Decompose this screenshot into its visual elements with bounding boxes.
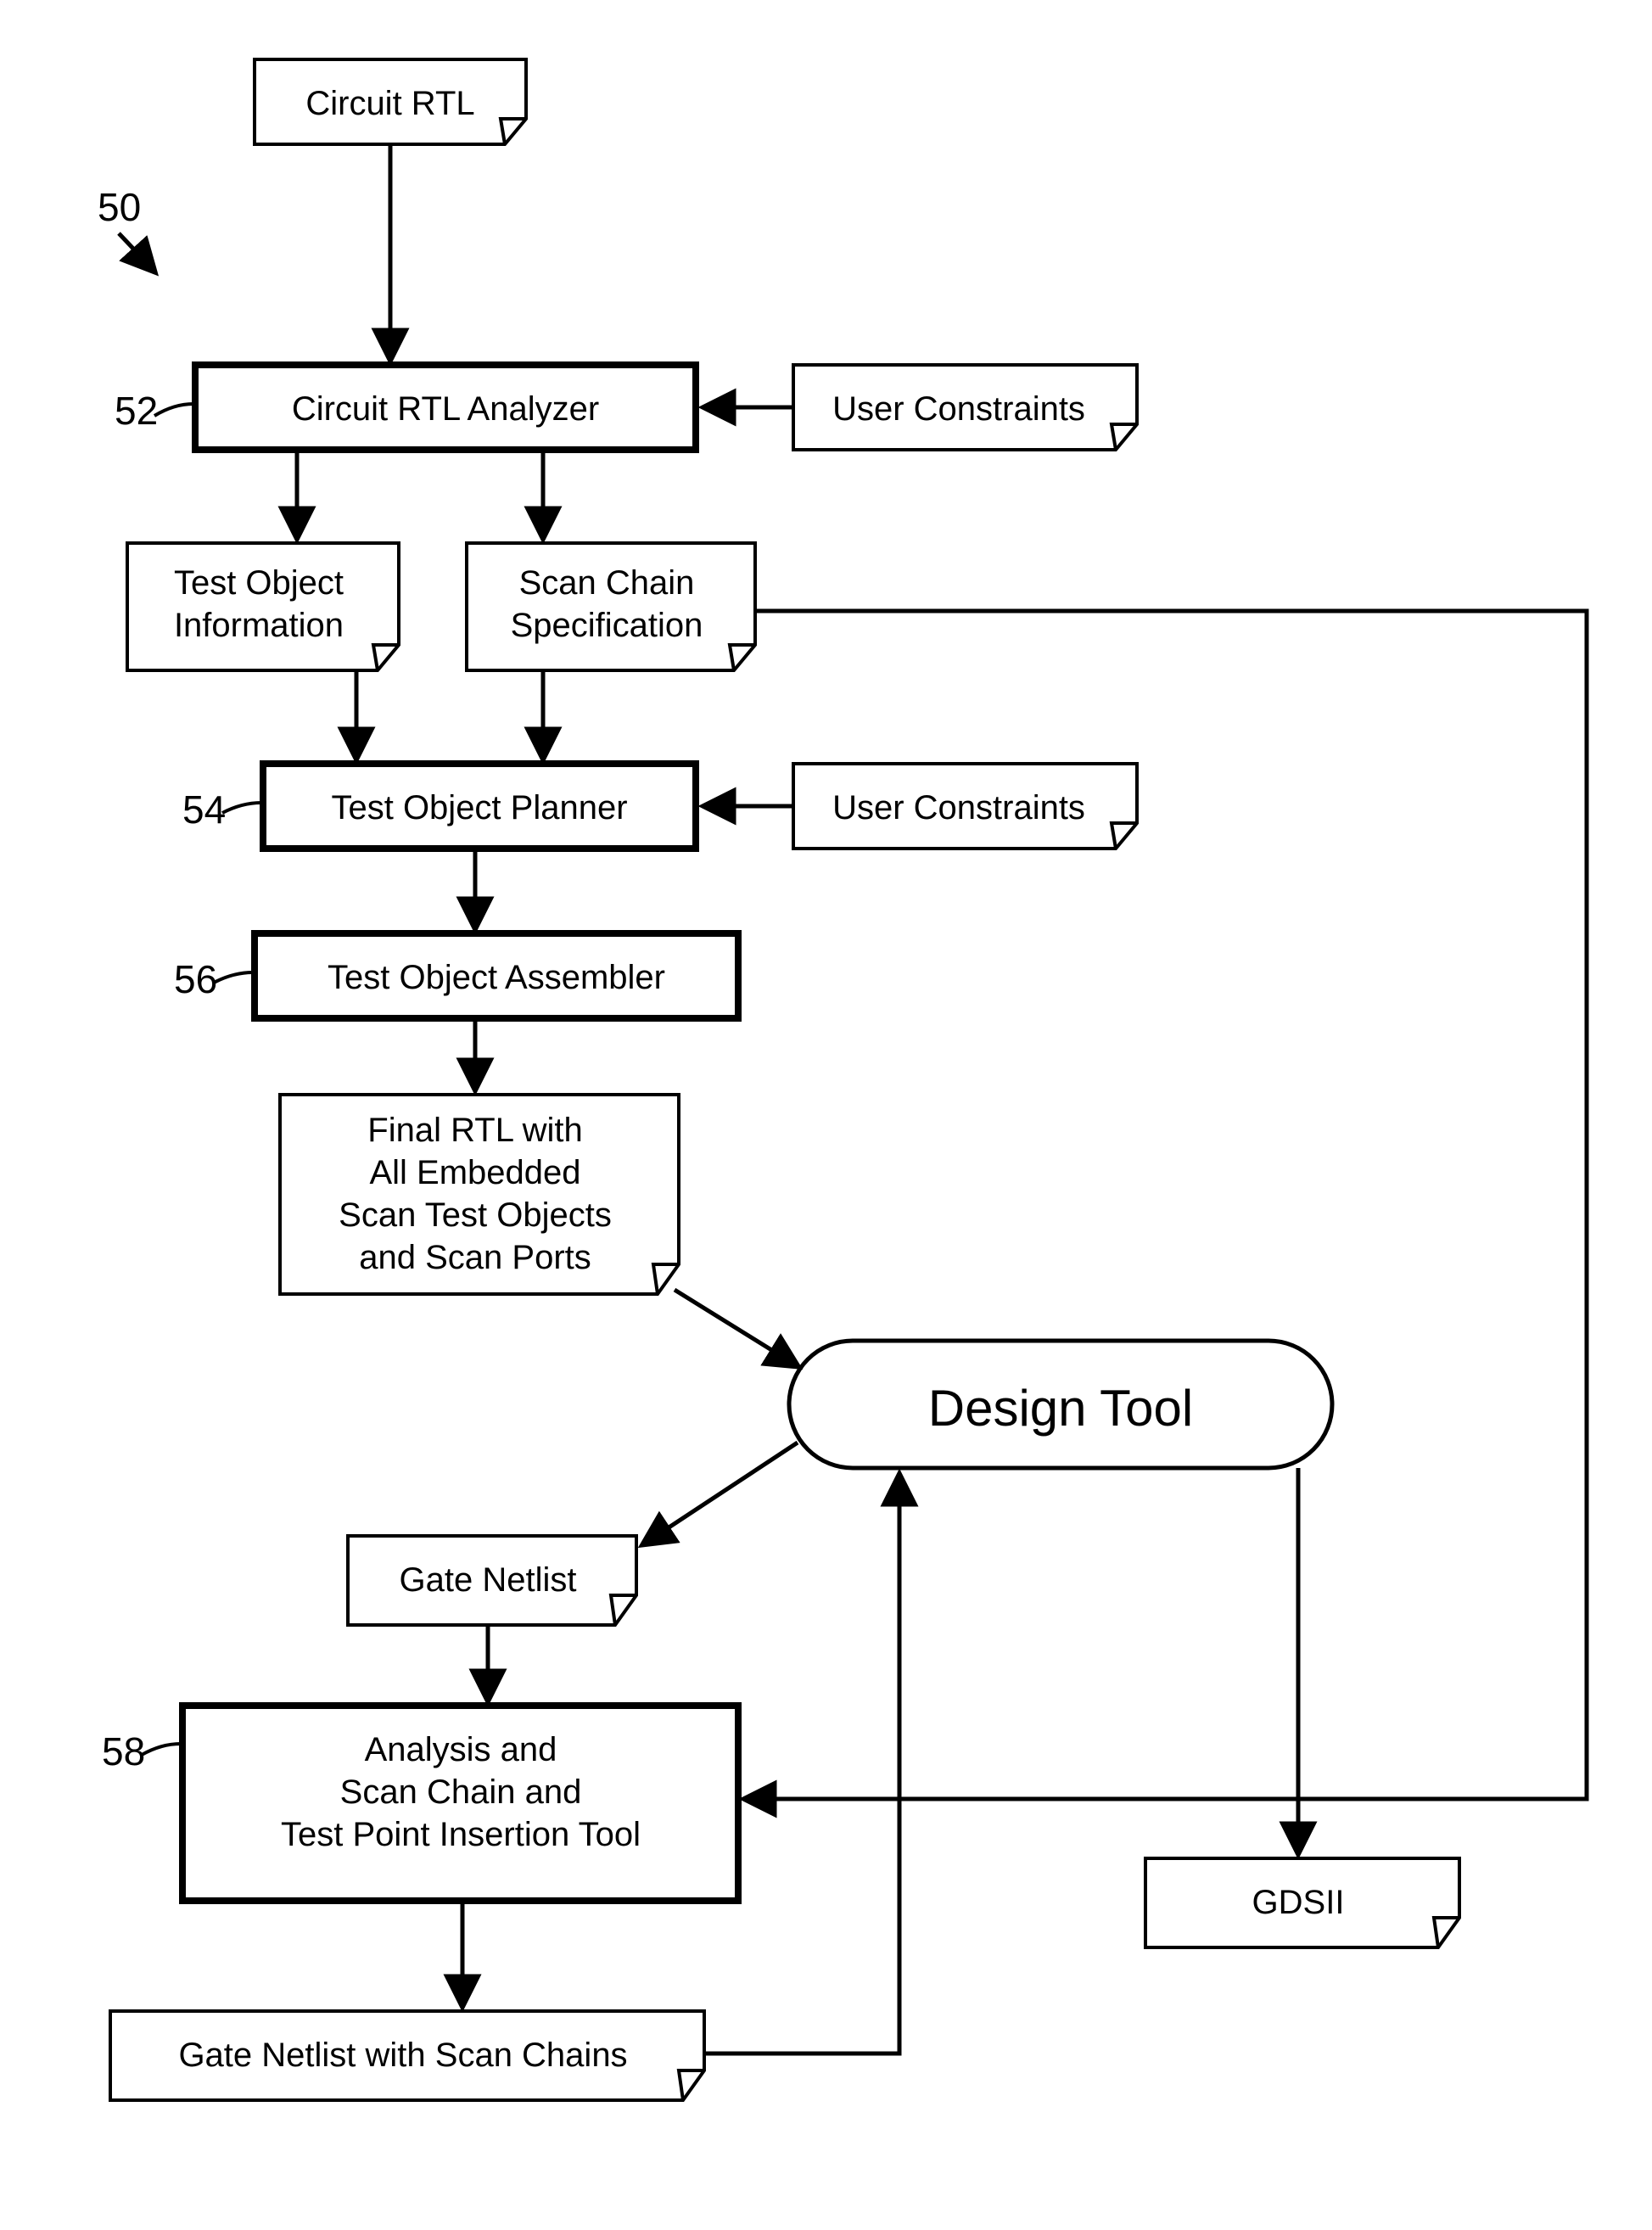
- node-design-tool: Design Tool: [789, 1341, 1332, 1468]
- ref-planner-pointer: [222, 803, 261, 813]
- edge-designtool-gatenetlist: [643, 1443, 798, 1544]
- node-scan-chain-spec: Scan Chain Specification: [467, 543, 755, 670]
- insertion-l1: Analysis and: [365, 1731, 557, 1768]
- gate-netlist-scan-label: Gate Netlist with Scan Chains: [178, 2037, 627, 2074]
- final-rtl-l2: All Embedded: [369, 1154, 580, 1191]
- node-analyzer: Circuit RTL Analyzer: [195, 365, 696, 450]
- ref-insertion-pointer: [142, 1744, 181, 1755]
- scan-chain-spec-l2: Specification: [511, 607, 703, 644]
- insertion-l3: Test Point Insertion Tool: [281, 1816, 641, 1853]
- node-insertion-tool: Analysis and Scan Chain and Test Point I…: [182, 1706, 738, 1901]
- ref-analyzer: 52: [115, 389, 158, 433]
- final-rtl-l3: Scan Test Objects: [339, 1196, 612, 1234]
- gate-netlist-label: Gate Netlist: [400, 1561, 577, 1599]
- node-user-constraints-1: User Constraints: [793, 365, 1137, 450]
- edge-finalrtl-designtool: [675, 1290, 798, 1366]
- ref-planner: 54: [182, 787, 226, 832]
- ref-fig-pointer: [119, 233, 154, 272]
- ref-fig: 50: [98, 185, 141, 229]
- node-gdsii: GDSII: [1145, 1858, 1459, 1947]
- node-gate-netlist: Gate Netlist: [348, 1536, 636, 1625]
- final-rtl-l4: and Scan Ports: [359, 1239, 591, 1276]
- scan-chain-spec-l1: Scan Chain: [519, 564, 695, 602]
- ref-assembler-pointer: [214, 972, 253, 983]
- ref-assembler: 56: [174, 957, 217, 1001]
- planner-label: Test Object Planner: [331, 789, 627, 826]
- analyzer-label: Circuit RTL Analyzer: [292, 390, 599, 428]
- gdsii-label: GDSII: [1252, 1884, 1345, 1921]
- insertion-l2: Scan Chain and: [340, 1773, 582, 1811]
- design-tool-label: Design Tool: [928, 1380, 1193, 1437]
- test-object-info-l1: Test Object: [174, 564, 344, 602]
- node-user-constraints-2: User Constraints: [793, 764, 1137, 849]
- node-circuit-rtl: Circuit RTL: [255, 59, 526, 144]
- node-gate-netlist-scan: Gate Netlist with Scan Chains: [110, 2011, 704, 2100]
- ref-insertion: 58: [102, 1729, 145, 1773]
- node-assembler: Test Object Assembler: [255, 933, 738, 1018]
- final-rtl-l1: Final RTL with: [367, 1112, 582, 1149]
- circuit-rtl-label: Circuit RTL: [305, 85, 474, 122]
- user-constraints-1-label: User Constraints: [832, 390, 1085, 428]
- node-planner: Test Object Planner: [263, 764, 696, 849]
- node-final-rtl: Final RTL with All Embedded Scan Test Ob…: [280, 1095, 679, 1294]
- node-test-object-info: Test Object Information: [127, 543, 399, 670]
- ref-analyzer-pointer: [154, 404, 193, 416]
- assembler-label: Test Object Assembler: [328, 959, 665, 996]
- user-constraints-2-label: User Constraints: [832, 789, 1085, 826]
- test-object-info-l2: Information: [174, 607, 344, 644]
